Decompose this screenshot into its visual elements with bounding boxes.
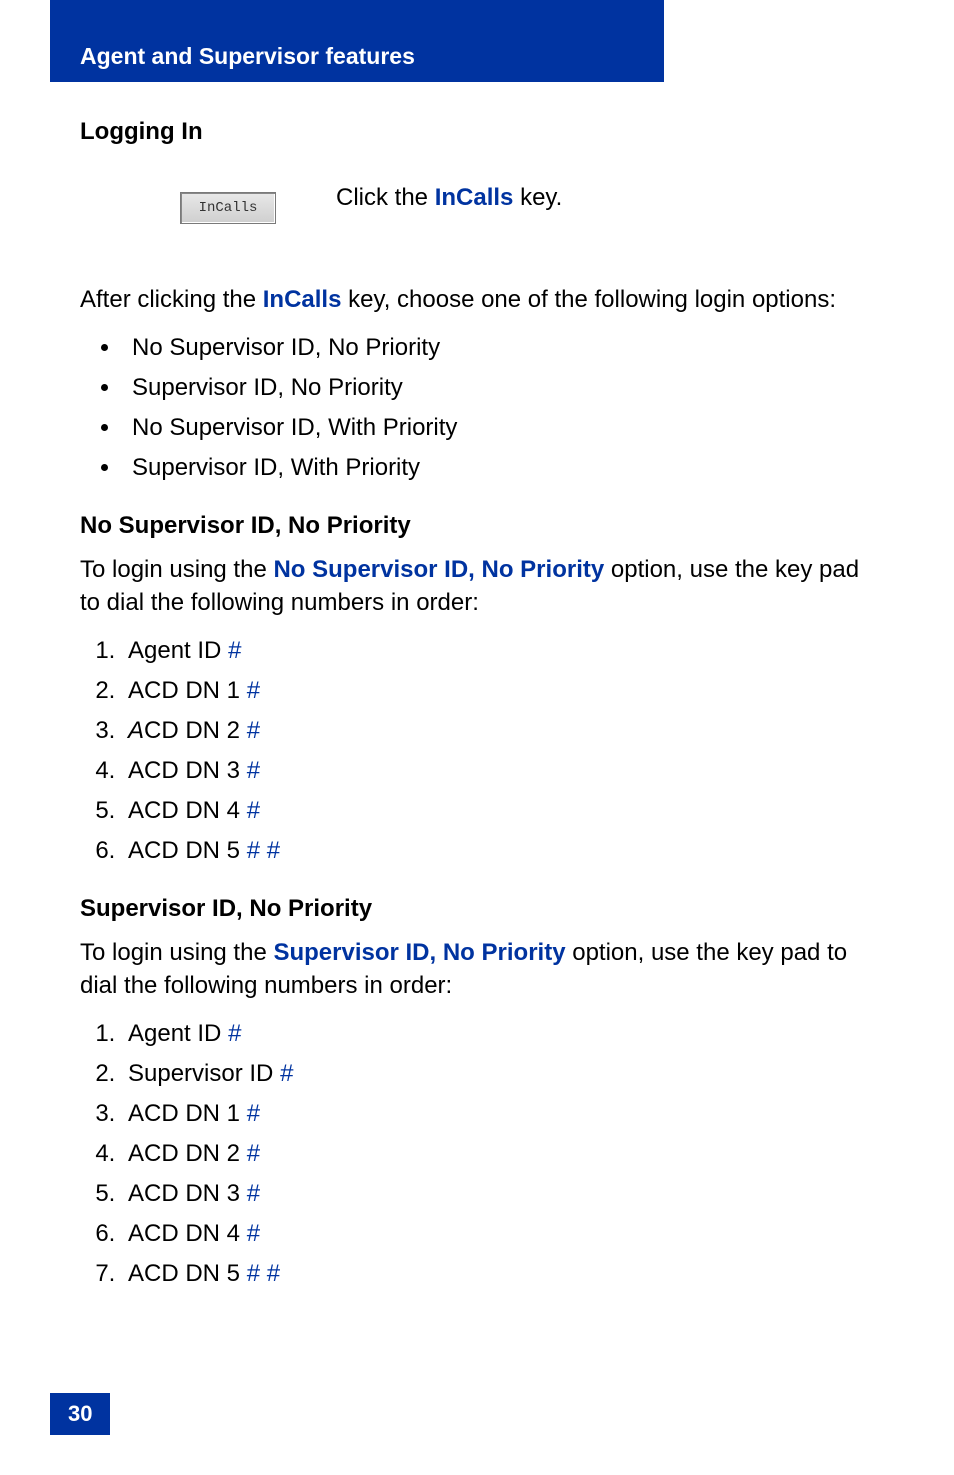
list-item: ACD DN 2 # — [122, 717, 874, 745]
item-text: ACD DN 4 — [128, 797, 247, 824]
hash-symbol: # — [228, 637, 241, 664]
sec2-intro-link[interactable]: Supervisor ID, No Priority — [273, 939, 565, 966]
sec2-list: Agent ID #Supervisor ID #ACD DN 1 #ACD D… — [122, 1020, 874, 1288]
item-text: Agent ID — [128, 637, 228, 664]
hash-symbol: # # — [247, 1260, 280, 1287]
item-text: ACD DN 3 — [128, 1180, 247, 1207]
intro-pre: After clicking the — [80, 286, 263, 313]
incalls-button-image: InCalls — [180, 192, 276, 224]
list-item: ACD DN 1 # — [122, 1100, 874, 1128]
options-list: No Supervisor ID, No Priority Supervisor… — [122, 334, 874, 482]
list-item: ACD DN 4 # — [122, 797, 874, 825]
item-text: ACD DN 2 — [128, 1140, 247, 1167]
list-item: Supervisor ID, With Priority — [122, 454, 874, 482]
sec1-title: No Supervisor ID, No Priority — [80, 512, 874, 540]
sec2-title: Supervisor ID, No Priority — [80, 895, 874, 923]
click-post: key. — [513, 184, 562, 211]
italic-a: A — [128, 717, 144, 744]
item-text: Supervisor ID — [128, 1060, 280, 1087]
page: Agent and Supervisor features Logging In… — [0, 0, 954, 1475]
hash-symbol: # — [247, 1140, 260, 1167]
list-item: Agent ID # — [122, 637, 874, 665]
item-text: ACD DN 1 — [128, 1100, 247, 1127]
list-item: No Supervisor ID, With Priority — [122, 414, 874, 442]
item-text: ACD DN 1 — [128, 677, 247, 704]
list-item: Supervisor ID # — [122, 1060, 874, 1088]
click-link[interactable]: InCalls — [435, 184, 514, 211]
hash-symbol: # — [247, 1220, 260, 1247]
item-text: Agent ID — [128, 1020, 228, 1047]
click-pre: Click the — [336, 184, 435, 211]
list-item: Supervisor ID, No Priority — [122, 374, 874, 402]
section-title: Logging In — [80, 118, 874, 146]
page-number: 30 — [50, 1393, 110, 1435]
click-row: InCalls Click the InCalls key. — [80, 184, 874, 224]
list-item: No Supervisor ID, No Priority — [122, 334, 874, 362]
item-text: ACD DN 3 — [128, 757, 247, 784]
sec1-intro-link[interactable]: No Supervisor ID, No Priority — [273, 556, 604, 583]
list-item: ACD DN 5 # # — [122, 1260, 874, 1288]
hash-symbol: # — [247, 1100, 260, 1127]
sec1-intro: To login using the No Supervisor ID, No … — [80, 554, 874, 619]
content: Logging In InCalls Click the InCalls key… — [80, 118, 874, 1318]
sec1-list: Agent ID #ACD DN 1 #ACD DN 2 #ACD DN 3 #… — [122, 637, 874, 865]
list-item: ACD DN 5 # # — [122, 837, 874, 865]
header-band: Agent and Supervisor features — [50, 0, 664, 82]
click-text: Click the InCalls key. — [336, 184, 562, 212]
header-title: Agent and Supervisor features — [80, 43, 415, 70]
list-item: Agent ID # — [122, 1020, 874, 1048]
item-text: ACD DN 4 — [128, 1220, 247, 1247]
hash-symbol: # — [247, 797, 260, 824]
list-item: ACD DN 3 # — [122, 757, 874, 785]
intro-link[interactable]: InCalls — [263, 286, 342, 313]
hash-symbol: # — [247, 677, 260, 704]
sec1-intro-pre: To login using the — [80, 556, 273, 583]
intro-post: key, choose one of the following login o… — [341, 286, 836, 313]
hash-symbol: # — [247, 1180, 260, 1207]
list-item: ACD DN 4 # — [122, 1220, 874, 1248]
item-text: ACD DN 5 — [128, 1260, 247, 1287]
hash-symbol: # — [247, 717, 260, 744]
item-text: CD DN 2 — [144, 717, 247, 744]
item-text: ACD DN 5 — [128, 837, 247, 864]
list-item: ACD DN 1 # — [122, 677, 874, 705]
list-item: ACD DN 3 # — [122, 1180, 874, 1208]
sec2-intro: To login using the Supervisor ID, No Pri… — [80, 937, 874, 1002]
intro-paragraph: After clicking the InCalls key, choose o… — [80, 284, 874, 316]
hash-symbol: # — [228, 1020, 241, 1047]
hash-symbol: # — [247, 757, 260, 784]
list-item: ACD DN 2 # — [122, 1140, 874, 1168]
sec2-intro-pre: To login using the — [80, 939, 273, 966]
hash-symbol: # # — [247, 837, 280, 864]
hash-symbol: # — [280, 1060, 293, 1087]
